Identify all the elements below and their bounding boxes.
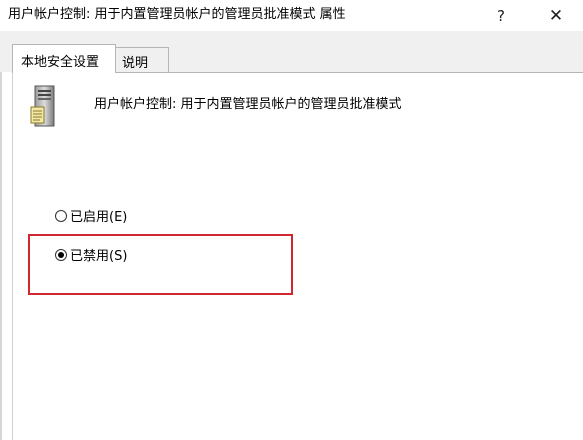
annotation-highlight-box — [28, 234, 293, 295]
window-left-edge — [0, 31, 2, 440]
title-bar: 用户帐户控制: 用于内置管理员帐户的管理员批准模式 属性 ? ✕ — [0, 0, 583, 31]
enabled-radio-label: 已启用(E) — [70, 210, 128, 225]
tab-local-security-setting[interactable]: 本地安全设置 — [12, 44, 116, 73]
server-icon — [30, 85, 56, 131]
tab-label: 本地安全设置 — [21, 55, 100, 70]
window-title: 用户帐户控制: 用于内置管理员帐户的管理员批准模式 属性 — [8, 7, 346, 22]
policy-name: 用户帐户控制: 用于内置管理员帐户的管理员批准模式 — [94, 97, 402, 112]
close-icon: ✕ — [548, 5, 564, 26]
tab-label: 说明 — [122, 56, 149, 71]
close-button[interactable]: ✕ — [533, 0, 579, 31]
enabled-radio-option[interactable]: 已启用(E) — [55, 206, 127, 225]
help-button[interactable]: ? — [478, 0, 524, 31]
help-icon: ? — [497, 6, 505, 25]
tab-explain[interactable]: 说明 — [116, 47, 169, 72]
enabled-radio-button[interactable] — [55, 209, 67, 222]
